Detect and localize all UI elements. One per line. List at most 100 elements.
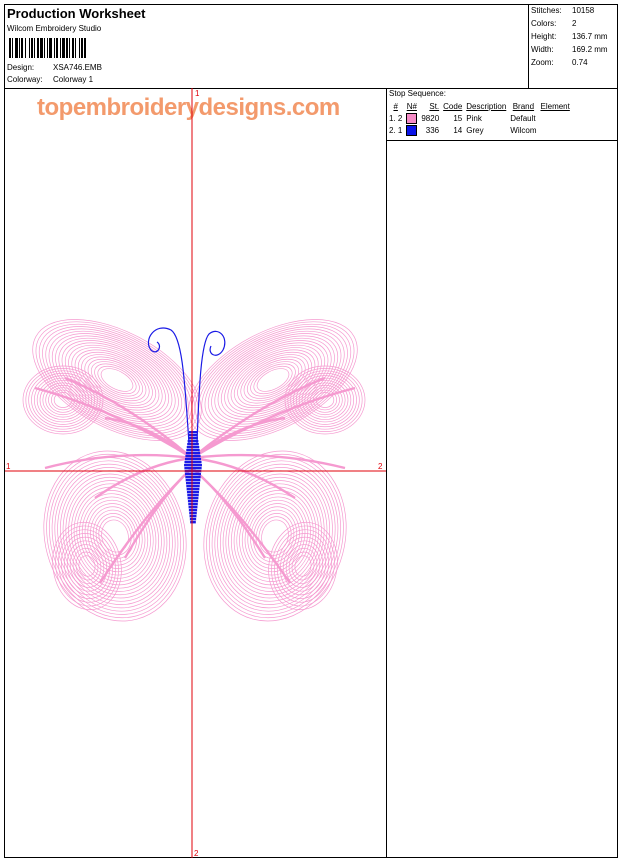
body-stitch bbox=[187, 443, 199, 446]
body-stitch bbox=[186, 446, 200, 449]
colorway-value: Colorway 1 bbox=[53, 75, 94, 84]
body-stitch bbox=[188, 509, 198, 512]
color-swatch-pink bbox=[406, 112, 418, 124]
wing-stitch-ring bbox=[70, 483, 160, 589]
col-description: Description bbox=[466, 101, 507, 111]
wing-stitch-ring bbox=[194, 323, 352, 437]
body-stitch bbox=[190, 521, 196, 524]
col-brand: Brand bbox=[512, 101, 535, 111]
colors-value: 2 bbox=[572, 19, 577, 28]
col-code: Code bbox=[443, 101, 463, 111]
body-stitch bbox=[185, 476, 201, 479]
page-title: Production Worksheet bbox=[7, 6, 146, 21]
color-swatch-cell bbox=[404, 124, 419, 136]
body-stitch bbox=[187, 440, 199, 443]
wing-stitch-ring bbox=[51, 333, 183, 427]
software-name: Wilcom Embroidery Studio bbox=[7, 24, 102, 33]
wing-vein bbox=[191, 386, 356, 460]
wing-stitch-ring bbox=[207, 333, 339, 427]
axis-label-right: 2 bbox=[378, 462, 383, 471]
body-stitch bbox=[188, 503, 198, 506]
row-description: Grey bbox=[466, 125, 484, 135]
height-row: Height: 136.7 mm bbox=[531, 32, 608, 41]
table-row: 1. 2 9820 15 Pink Default bbox=[387, 112, 572, 124]
row-code: 14 bbox=[453, 125, 463, 135]
row-num: 2. 1 bbox=[389, 125, 403, 135]
body-stitch bbox=[185, 479, 201, 482]
stitches-value: 10158 bbox=[572, 6, 595, 15]
panel-divider bbox=[387, 140, 618, 141]
wing-stitch-ring bbox=[22, 365, 104, 435]
body-stitch bbox=[187, 497, 199, 500]
wing-stitch-ring bbox=[32, 319, 202, 441]
row-stitches: 336 bbox=[425, 125, 440, 135]
row-code: 15 bbox=[453, 113, 463, 123]
color-swatch-cell bbox=[404, 112, 419, 124]
wing-stitch-ring bbox=[191, 321, 355, 439]
row-element bbox=[539, 112, 572, 124]
col-stitches: St. bbox=[429, 101, 440, 111]
colors-label: Colors: bbox=[531, 19, 557, 28]
body-stitch bbox=[185, 452, 201, 455]
wing-stitch-ring bbox=[214, 463, 336, 609]
table-header-row: # N# St. Code Description Brand Element bbox=[387, 100, 572, 112]
body-stitch bbox=[185, 473, 201, 476]
wing-stitch-ring bbox=[261, 519, 289, 553]
stop-sequence-panel: Stop Sequence: # N# St. Code Description… bbox=[386, 88, 618, 858]
wing-stitch-ring bbox=[198, 326, 348, 434]
body-stitch bbox=[188, 437, 198, 440]
row-brand: Wilcom bbox=[510, 125, 537, 135]
row-element bbox=[539, 124, 572, 136]
row-description: Pink bbox=[466, 113, 482, 123]
design-value: XSA746.EMB bbox=[53, 63, 102, 72]
wing-stitch-ring bbox=[61, 533, 113, 599]
axis-label-bottom: 2 bbox=[194, 849, 199, 858]
axis-label-top: 1 bbox=[195, 89, 200, 98]
body-stitch bbox=[188, 434, 198, 437]
stats-panel: Stitches: 10158 Colors: 2 Height: 136.7 mm … bbox=[528, 5, 618, 88]
wing-stitch-ring bbox=[54, 463, 176, 609]
colorway-row: Colorway: Colorway 1 bbox=[7, 75, 93, 84]
design-row: Design: XSA746.EMB bbox=[7, 63, 102, 72]
wing-stitch-ring bbox=[211, 460, 339, 612]
body-stitch bbox=[186, 491, 200, 494]
body-stitch bbox=[184, 458, 202, 461]
width-row: Width: 169.2 mm bbox=[531, 45, 608, 54]
body-stitch bbox=[189, 515, 197, 518]
axis-label-left: 1 bbox=[6, 462, 11, 471]
design-canvas: topembroiderydesigns.com 1 1 2 2 bbox=[5, 88, 386, 858]
wing-stitch-ring bbox=[268, 521, 338, 611]
body-stitch bbox=[184, 464, 202, 467]
body-stitch bbox=[187, 494, 199, 497]
colorway-label: Colorway: bbox=[7, 75, 43, 84]
height-value: 136.7 mm bbox=[572, 32, 608, 41]
height-label: Height: bbox=[531, 32, 557, 41]
row-num: 1. 2 bbox=[389, 113, 403, 123]
wing-stitch-ring bbox=[51, 460, 179, 612]
zoom-row: Zoom: 0.74 bbox=[531, 58, 588, 67]
body-stitch bbox=[184, 467, 202, 470]
wing-stitch-ring bbox=[211, 335, 335, 425]
barcode bbox=[9, 38, 86, 58]
wing-stitch-ring bbox=[243, 358, 303, 402]
stitches-row: Stitches: 10158 bbox=[531, 6, 594, 15]
wing-stitch-ring bbox=[277, 533, 329, 599]
wing-stitch-ring bbox=[230, 483, 320, 589]
body-stitch bbox=[189, 512, 197, 515]
row-brand: Default bbox=[510, 113, 536, 123]
butterfly-preview: 1 1 2 2 bbox=[5, 88, 386, 858]
body-stitch bbox=[185, 455, 201, 458]
stop-sequence-title: Stop Sequence: bbox=[389, 89, 446, 98]
body-stitch bbox=[188, 506, 198, 509]
wing-stitch-ring bbox=[101, 519, 129, 553]
color-swatch-blue bbox=[406, 124, 418, 136]
colors-row: Colors: 2 bbox=[531, 19, 576, 28]
zoom-label: Zoom: bbox=[531, 58, 554, 67]
wing-stitch-ring bbox=[52, 521, 122, 611]
body-stitch bbox=[184, 461, 202, 464]
body-stitch bbox=[189, 431, 197, 434]
col-needle: N# bbox=[406, 101, 417, 111]
design-label: Design: bbox=[7, 63, 35, 72]
body-stitch bbox=[186, 449, 200, 452]
width-label: Width: bbox=[531, 45, 554, 54]
